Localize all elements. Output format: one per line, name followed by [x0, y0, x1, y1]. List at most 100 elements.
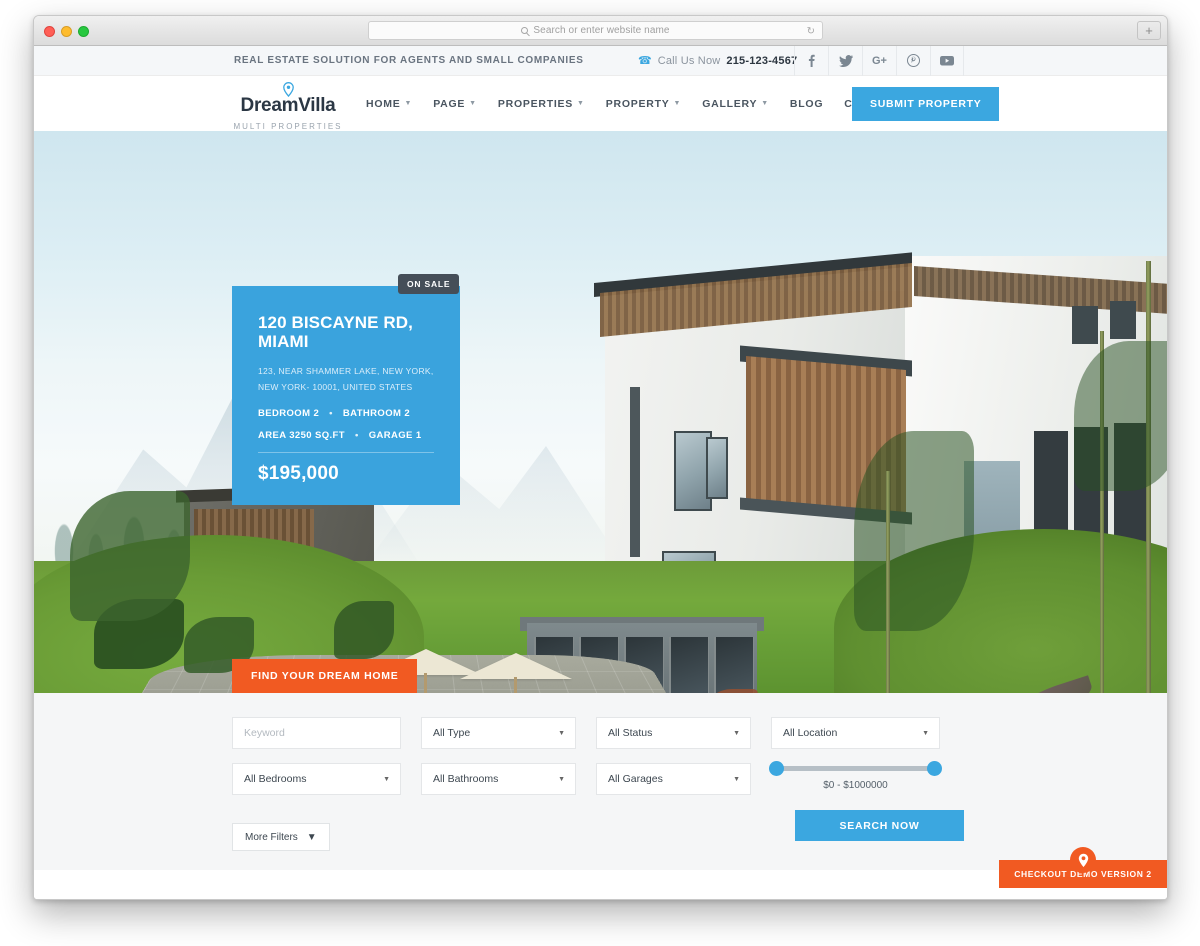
status-value: All Status	[608, 727, 653, 739]
site-logo[interactable]: DreamVilla MULTI PROPERTIES	[232, 82, 344, 134]
checkout-demo-button[interactable]: CHECKOUT DEMO VERSION 2	[999, 847, 1167, 888]
chevron-down-icon: ▼	[306, 831, 317, 843]
nav-label: PROPERTIES	[497, 97, 574, 110]
garages-select[interactable]: All Garages ▼	[596, 763, 751, 795]
nav-item-page[interactable]: PAGE ▼	[433, 98, 477, 110]
divider	[258, 452, 434, 453]
location-value: All Location	[783, 727, 838, 739]
more-filters-label: More Filters	[245, 831, 298, 843]
youtube-icon[interactable]	[930, 46, 964, 76]
property-title: 120 BISCAYNE RD, MIAMI	[258, 313, 413, 351]
chevron-down-icon: ▼	[469, 100, 477, 107]
twitter-icon[interactable]	[828, 46, 862, 76]
nav-item-gallery[interactable]: GALLERY ▼	[702, 98, 769, 110]
reload-icon[interactable]: ↻	[807, 26, 815, 37]
garages-value: All Garages	[608, 773, 663, 785]
bedrooms-value: All Bedrooms	[244, 773, 307, 785]
type-select[interactable]: All Type ▼	[421, 717, 576, 749]
patio-umbrella	[460, 653, 572, 679]
location-select[interactable]: All Location ▼	[771, 717, 940, 749]
find-your-dream-home-tab[interactable]: FIND YOUR DREAM HOME	[232, 659, 418, 693]
status-select[interactable]: All Status ▼	[596, 717, 751, 749]
new-tab-button[interactable]: +	[1137, 21, 1161, 40]
pavilion-glass	[669, 637, 709, 693]
nav-item-home[interactable]: HOME ▼	[366, 98, 412, 110]
submit-property-button[interactable]: SUBMIT PROPERTY	[852, 86, 1000, 121]
umbrella-pole	[424, 673, 427, 693]
phone-icon: ☎	[638, 55, 652, 67]
facebook-icon[interactable]	[794, 46, 828, 76]
chevron-down-icon: ▼	[673, 100, 682, 107]
slider-track[interactable]	[769, 761, 942, 776]
spec-bathroom: BATHROOM 2	[342, 408, 411, 419]
window	[1072, 306, 1098, 344]
chevron-down-icon: ▼	[558, 729, 565, 737]
window	[706, 437, 728, 499]
footer-spacer	[34, 870, 1167, 899]
chevron-down-icon: ▼	[761, 100, 769, 107]
property-specs: BEDROOM 2 • BATHROOM 2 AREA 3250 SQ.FT •…	[258, 408, 434, 441]
spec-separator: •	[354, 430, 359, 441]
nav-label: PROPERTY	[605, 97, 670, 110]
nav-label: GALLERY	[702, 97, 758, 110]
google-plus-icon[interactable]: G+	[862, 46, 896, 76]
more-filters-button[interactable]: More Filters ▼	[232, 823, 330, 851]
address-bar[interactable]: Search or enter website name ↻	[368, 21, 823, 40]
nav-item-properties[interactable]: PROPERTIES ▼	[498, 98, 585, 110]
featured-property-card[interactable]: ON SALE 120 BISCAYNE RD, MIAMI 123, NEAR…	[232, 274, 460, 505]
chevron-down-icon: ▼	[733, 729, 740, 737]
top-info-bar: REAL ESTATE SOLUTION FOR AGENTS AND SMAL…	[34, 46, 1167, 76]
main-navigation: HOME ▼ PAGE ▼ PROPERTIES ▼ PROPERTY ▼ GALLER…	[366, 98, 920, 110]
type-value: All Type	[433, 727, 471, 739]
maximize-window-button[interactable]	[78, 26, 89, 37]
minimize-window-button[interactable]	[61, 26, 72, 37]
social-links: G+	[794, 46, 964, 76]
nav-label: PAGE	[433, 97, 466, 110]
price-range-label: $0 - $1000000	[823, 780, 888, 791]
slider-handle-max[interactable]	[927, 761, 942, 776]
window-mullion	[630, 387, 640, 557]
nav-item-property[interactable]: PROPERTY ▼	[606, 98, 681, 110]
search-now-button[interactable]: SEARCH NOW	[795, 810, 964, 841]
nav-label: HOME	[366, 97, 401, 110]
chevron-down-icon: ▼	[558, 775, 565, 783]
pinterest-icon[interactable]	[896, 46, 930, 76]
nav-item-blog[interactable]: BLOG	[790, 98, 823, 110]
nav-label: BLOG	[789, 97, 824, 110]
search-input[interactable]: Keyword	[232, 717, 401, 749]
call-us-block[interactable]: ☎ Call Us Now 215-123-4567	[638, 54, 797, 68]
slider-fill	[773, 766, 938, 771]
page-viewport: REAL ESTATE SOLUTION FOR AGENTS AND SMAL…	[34, 46, 1167, 899]
property-search-panel: Keyword All Type ▼ All Status ▼ All Loca…	[34, 693, 1167, 870]
property-address: 123, NEAR SHAMMER LAKE, NEW YORK, NEW YO…	[258, 366, 434, 392]
spec-row-2: AREA 3250 SQ.FT • GARAGE 1	[258, 430, 434, 441]
logo-subtitle: MULTI PROPERTIES	[233, 122, 343, 131]
search-icon	[521, 27, 529, 34]
price-range-slider[interactable]: $0 - $1000000	[769, 761, 942, 795]
hero-section: ON SALE 120 BISCAYNE RD, MIAMI 123, NEAR…	[34, 131, 1167, 693]
bamboo-leaves	[854, 431, 974, 631]
browser-window: Search or enter website name ↻ + REAL ES…	[33, 15, 1168, 900]
spec-area: AREA 3250 SQ.FT	[258, 430, 345, 441]
spec-row-1: BEDROOM 2 • BATHROOM 2	[258, 408, 434, 419]
pavilion-glass	[714, 637, 754, 693]
status-badge: ON SALE	[398, 274, 460, 294]
logo-text: DreamVilla	[240, 95, 336, 116]
tree	[70, 491, 190, 621]
phone-number[interactable]: 215-123-4567	[726, 55, 797, 67]
bamboo-stalk	[886, 471, 890, 693]
bedrooms-select[interactable]: All Bedrooms ▼	[232, 763, 401, 795]
chevron-down-icon: ▼	[733, 775, 740, 783]
close-window-button[interactable]	[44, 26, 55, 37]
svg-text:G+: G+	[872, 55, 887, 66]
slider-handle-min[interactable]	[769, 761, 784, 776]
search-row-2: All Bedrooms ▼ All Bathrooms ▼ All Garag…	[34, 761, 1167, 795]
search-row-1: Keyword All Type ▼ All Status ▼ All Loca…	[34, 717, 1167, 749]
spec-separator: •	[329, 408, 333, 419]
hero-background-image	[34, 131, 1167, 693]
spec-bedroom: BEDROOM 2	[258, 408, 320, 419]
site-header: DreamVilla MULTI PROPERTIES HOME ▼ PAGE ▼ …	[34, 76, 1167, 131]
bathrooms-select[interactable]: All Bathrooms ▼	[421, 763, 576, 795]
keyword-placeholder: Keyword	[244, 727, 285, 739]
chevron-down-icon: ▼	[383, 775, 390, 783]
